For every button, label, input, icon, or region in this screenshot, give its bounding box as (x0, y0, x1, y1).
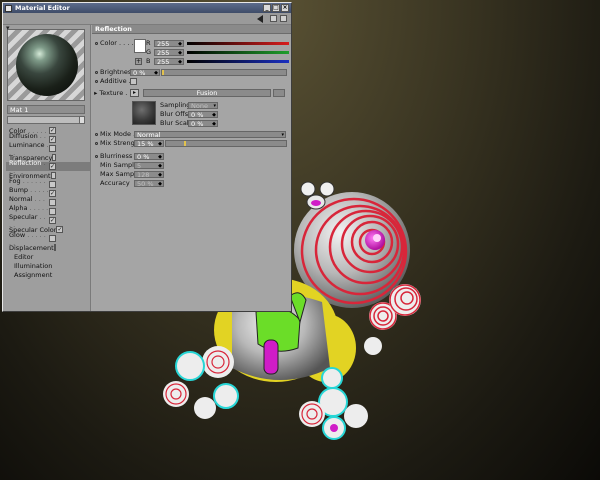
g-slider[interactable] (187, 50, 289, 54)
brightness-input[interactable]: 0 % ◆ (130, 68, 160, 76)
blur-offset-label: Blur Offset (160, 110, 195, 118)
additive-label: Additive . . (92, 77, 135, 85)
accuracy-input[interactable]: 50 % ◆ (134, 179, 164, 187)
additive-checkbox[interactable] (130, 77, 137, 85)
material-preview[interactable]: ▾ (6, 24, 85, 101)
max-samples-label: Max Samples (100, 170, 144, 178)
blur-offset-input[interactable]: 0 % ◆ (188, 110, 218, 118)
r-slider[interactable] (187, 41, 289, 45)
channel-label: Fog (9, 176, 21, 185)
blurriness-input[interactable]: 0 % ◆ (134, 152, 164, 160)
channel-label: Reflection (9, 158, 42, 167)
sampling-select[interactable]: None ▾ (188, 101, 218, 109)
channel-checkbox[interactable]: ✓ (49, 163, 56, 170)
channel-sidebar: ▾ Mat 1 Color . . . . . ✓ Diffusion . . . … (3, 24, 91, 311)
g-input[interactable]: 255 ◆ (154, 48, 184, 56)
back-arrow-icon[interactable] (257, 15, 263, 23)
channel-label: Bump (9, 185, 29, 194)
channel-checkbox[interactable]: ✓ (49, 190, 56, 197)
blur-scale-label: Blur Scale (160, 119, 193, 127)
channel-checkbox[interactable] (49, 208, 56, 215)
menu-icon[interactable] (280, 15, 287, 22)
material-name[interactable]: Mat 1 (7, 105, 85, 114)
color-label: Color . . . . (92, 39, 134, 47)
texture-name-button[interactable]: Fusion (143, 89, 271, 97)
layout-icon[interactable] (270, 15, 277, 22)
max-samples-input[interactable]: 128 ◆ (134, 170, 164, 178)
menu-bar (3, 13, 291, 25)
texture-thumbnail[interactable] (132, 101, 156, 125)
r-label: R (146, 39, 151, 47)
mix-strength-slider[interactable] (165, 139, 287, 147)
color-picker-icon[interactable]: + (135, 57, 142, 65)
b-label: B (146, 57, 151, 65)
channel-list: Color . . . . . ✓ Diffusion . . . . ✓ Lumina… (6, 126, 90, 279)
b-input[interactable]: 255 ◆ (154, 57, 184, 65)
maximize-icon[interactable]: □ (272, 4, 280, 12)
channel-item[interactable]: Reflection . . . ✓ (6, 158, 90, 175)
preview-menu-icon[interactable]: ▾ (6, 24, 10, 32)
accuracy-label: Accuracy (100, 179, 130, 187)
texture-menu-icon[interactable]: ▸ (130, 89, 139, 97)
channel-checkbox[interactable] (52, 154, 56, 161)
b-slider[interactable] (187, 59, 289, 63)
channel-checkbox[interactable]: ✓ (49, 217, 56, 224)
mix-strength-input[interactable]: 15 % ◆ (134, 139, 164, 147)
window-title: Material Editor (15, 4, 70, 12)
brightness-slider[interactable] (161, 68, 287, 76)
color-swatch[interactable] (134, 39, 146, 53)
channel-label: Luminance (9, 140, 45, 149)
texture-browse-button[interactable] (273, 89, 285, 97)
material-name-field[interactable] (7, 116, 85, 124)
mix-mode-select[interactable]: Normal ▾ (134, 130, 286, 138)
channel-item[interactable]: Displacement (6, 243, 90, 252)
channel-checkbox[interactable] (49, 145, 56, 152)
channel-item[interactable]: Specular . . . . ✓ (6, 212, 90, 229)
channel-extra-item[interactable]: Illumination (6, 261, 90, 270)
mix-strength-label: Mix Strength (92, 139, 141, 147)
channel-checkbox[interactable] (50, 172, 56, 179)
channel-checkbox[interactable] (49, 235, 56, 242)
channel-checkbox[interactable] (49, 199, 56, 206)
g-label: G (146, 48, 152, 56)
r-input[interactable]: 255 ◆ (154, 39, 184, 47)
channel-checkbox[interactable] (53, 244, 56, 251)
mix-mode-label: Mix Mode . . (92, 130, 139, 138)
channel-extra-item[interactable]: Editor (6, 252, 90, 261)
channel-checkbox[interactable]: ✓ (49, 127, 56, 134)
preview-sphere (16, 34, 78, 96)
app-icon (5, 4, 12, 12)
channel-extra-item[interactable]: Assignment (6, 270, 90, 279)
channel-label: Glow (9, 230, 26, 239)
blur-scale-input[interactable]: 0 % ◆ (188, 119, 218, 127)
channel-label: Alpha (9, 203, 28, 212)
channel-label: Normal (9, 194, 33, 203)
channel-item[interactable]: Luminance . . . (6, 140, 90, 157)
sampling-label: Sampling (160, 101, 191, 109)
channel-label: Specular (9, 212, 38, 221)
close-icon[interactable]: × (281, 4, 289, 12)
channel-settings-panel: Reflection Color . . . . ▾ R 255◆ G 255◆… (92, 25, 291, 311)
panel-title: Reflection (92, 25, 291, 34)
channel-item[interactable]: Glow . . . . . . . (6, 230, 90, 247)
window-titlebar[interactable]: Material Editor _ □ × (3, 3, 291, 13)
channel-checkbox[interactable]: ✓ (56, 226, 64, 233)
channel-checkbox[interactable]: ✓ (49, 136, 56, 143)
field-scroll-icon[interactable] (79, 116, 85, 124)
min-samples-input[interactable]: 5 ◆ (134, 161, 164, 169)
minimize-icon[interactable]: _ (263, 4, 271, 12)
blurriness-label: Blurriness (92, 152, 134, 160)
channel-label: Displacement (9, 243, 54, 252)
channel-checkbox[interactable] (49, 181, 56, 188)
texture-label: ▸ Texture . . . (92, 89, 136, 97)
brightness-label: Brightness (92, 68, 135, 76)
min-samples-label: Min Samples (100, 161, 142, 169)
material-editor-window: Material Editor _ □ × ▾ Mat 1 Color . . … (2, 2, 292, 312)
channel-label: Diffusion (9, 131, 38, 140)
